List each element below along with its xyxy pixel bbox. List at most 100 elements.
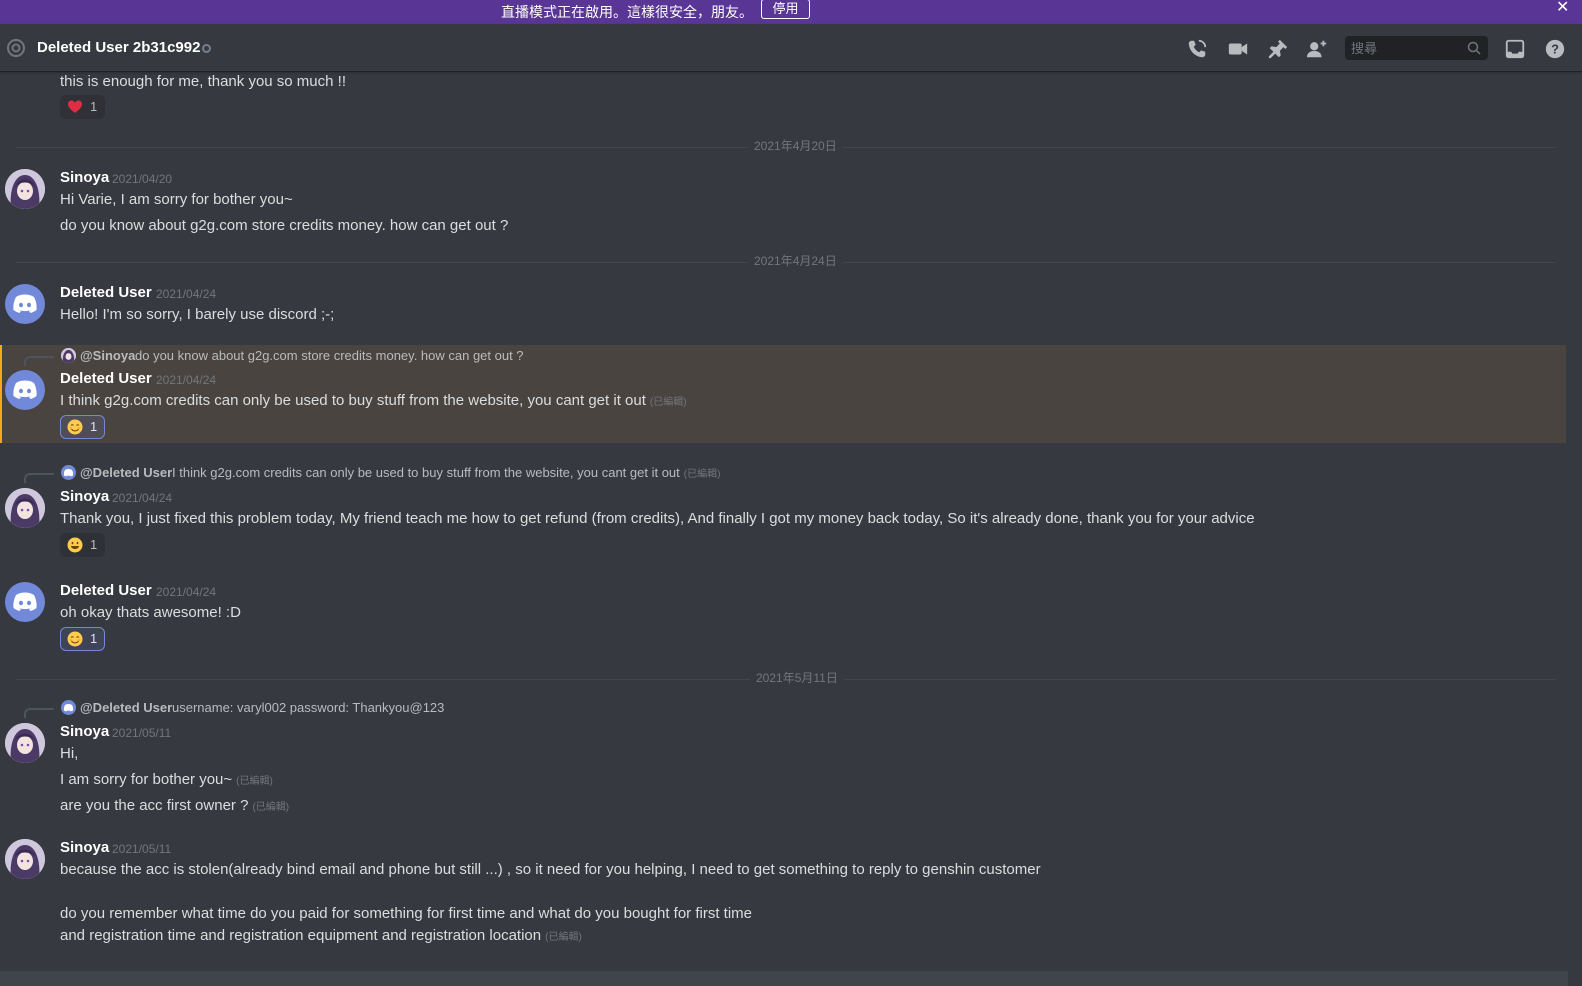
anime-avatar-icon <box>5 839 45 879</box>
message-text: and registration time and registration e… <box>60 927 582 947</box>
message-timestamp: 2021/05/11 <box>112 726 172 740</box>
reaction-button[interactable]: 1 <box>60 95 105 119</box>
streamer-mode-banner: 直播模式正在啟用。這樣很安全，朋友。 停用 ✕ <box>0 0 1582 24</box>
discord-logo-icon <box>13 380 37 399</box>
avatar[interactable] <box>5 370 45 410</box>
date-divider-label: 2021年4月24日 <box>748 254 843 268</box>
discord-logo-icon <box>63 469 74 477</box>
message-text: do you remember what time do you paid fo… <box>60 905 752 922</box>
date-divider: 2021年4月20日 <box>16 139 1556 153</box>
message-author[interactable]: Sinoya <box>60 723 109 741</box>
avatar[interactable] <box>5 723 45 763</box>
discord-logo-icon <box>63 704 74 712</box>
dm-header: Deleted User 2b31c992 ? <box>0 24 1582 72</box>
pinned-icon[interactable] <box>1267 38 1289 60</box>
message-text: I am sorry for bother you~ (已編輯) <box>60 771 273 791</box>
anime-avatar-icon <box>5 169 45 209</box>
message-author[interactable]: Deleted User <box>60 582 152 600</box>
message-timestamp: 2021/05/11 <box>112 842 172 856</box>
edited-tag: (已編輯) <box>252 802 290 813</box>
reply-avatar <box>61 700 76 715</box>
message-author[interactable]: Deleted User <box>60 284 152 302</box>
avatar[interactable] <box>5 839 45 879</box>
svg-text:?: ? <box>1551 42 1559 57</box>
reply-author[interactable]: @Deleted User <box>80 700 172 716</box>
reply-author[interactable]: @Deleted User <box>80 465 172 481</box>
message-timestamp: 2021/04/24 <box>112 491 173 505</box>
avatar[interactable] <box>5 284 45 324</box>
discord-logo-icon <box>13 592 37 611</box>
anime-avatar-icon <box>61 348 76 363</box>
scrollbar[interactable] <box>1568 73 1582 986</box>
message-composer-edge <box>0 971 1568 986</box>
reply-preview[interactable]: I think g2g.com credits can only be used… <box>172 465 720 483</box>
reply-preview-text: I think g2g.com credits can only be used… <box>172 465 680 480</box>
edited-tag: (已編輯) <box>236 776 273 787</box>
reply-spine <box>24 473 54 483</box>
close-icon[interactable]: ✕ <box>1556 0 1569 16</box>
message-timestamp: 2021/04/20 <box>112 172 173 186</box>
date-divider-label: 2021年4月20日 <box>748 139 843 153</box>
anime-avatar-icon <box>5 488 45 528</box>
reaction-button[interactable]: 1 <box>60 415 105 439</box>
message-author[interactable]: Sinoya <box>60 839 109 857</box>
add-friend-icon[interactable] <box>1306 38 1328 60</box>
blush-emoji-icon <box>67 419 83 435</box>
reply-avatar <box>61 348 76 363</box>
reaction-button[interactable]: 1 <box>60 533 105 557</box>
edited-tag: (已編輯) <box>649 397 687 408</box>
search-box <box>1345 36 1488 60</box>
message-author[interactable]: Deleted User <box>60 370 152 388</box>
help-icon[interactable]: ? <box>1544 38 1566 60</box>
smile-emoji-icon <box>67 537 83 553</box>
avatar[interactable] <box>5 169 45 209</box>
edited-tag: (已編輯) <box>545 932 582 943</box>
reaction-button[interactable]: 1 <box>60 627 105 651</box>
status-offline-icon <box>202 44 211 53</box>
message-text: oh okay thats awesome! :D <box>60 604 241 621</box>
reply-spine <box>24 708 54 718</box>
reply-avatar <box>61 465 76 480</box>
streamer-mode-text: 直播模式正在啟用。這樣很安全，朋友。 <box>501 4 753 20</box>
message-timestamp: 2021/04/24 <box>156 585 217 599</box>
reaction-count: 1 <box>90 631 98 646</box>
message-body: I think g2g.com credits can only be used… <box>60 392 646 409</box>
message-author[interactable]: Sinoya <box>60 169 109 187</box>
reply-author[interactable]: @Sinoya <box>80 348 135 364</box>
message-body: are you the acc first owner ? <box>60 797 249 814</box>
reaction-count: 1 <box>90 537 98 552</box>
heart-emoji-icon <box>68 100 82 113</box>
inbox-icon[interactable] <box>1504 38 1526 60</box>
video-call-icon[interactable] <box>1227 38 1249 60</box>
discord-logo-icon <box>13 294 37 313</box>
message-body: and registration time and registration e… <box>60 927 542 944</box>
message-list: this is enough for me, thank you so much… <box>0 73 1582 986</box>
message-text: this is enough for me, thank you so much… <box>60 73 346 90</box>
search-input[interactable] <box>1351 39 1461 57</box>
date-divider-label: 2021年5月11日 <box>750 671 844 685</box>
message-author[interactable]: Sinoya <box>60 488 109 506</box>
message-timestamp: 2021/04/24 <box>156 287 217 301</box>
blush-emoji-icon <box>67 631 83 647</box>
date-divider: 2021年5月11日 <box>16 671 1556 685</box>
avatar[interactable] <box>5 582 45 622</box>
avatar[interactable] <box>5 488 45 528</box>
message-text: are you the acc first owner ? (已編輯) <box>60 797 289 817</box>
disable-streamer-mode-button[interactable]: 停用 <box>761 0 810 19</box>
edited-tag: (已編輯) <box>683 469 721 480</box>
voice-call-icon[interactable] <box>1186 38 1208 60</box>
message-text: because the acc is stolen(already bind e… <box>60 861 1041 878</box>
reply-spine <box>24 356 54 366</box>
message-text: Hello! I'm so sorry, I barely use discor… <box>60 306 335 323</box>
message-text: Hi Varie, I am sorry for bother you~ <box>60 191 293 208</box>
reply-preview[interactable]: username: varyl002 password: Thankyou@12… <box>172 700 444 716</box>
date-divider: 2021年4月24日 <box>16 254 1556 268</box>
message-text: Hi, <box>60 745 79 762</box>
reaction-count: 1 <box>90 99 98 114</box>
message-body: I am sorry for bother you~ <box>60 771 233 788</box>
anime-avatar-icon <box>5 723 45 763</box>
at-icon <box>7 39 25 57</box>
message-text: Thank you, I just fixed this problem tod… <box>60 510 1255 527</box>
reply-preview[interactable]: do you know about g2g.com store credits … <box>135 348 524 364</box>
message-text: do you know about g2g.com store credits … <box>60 217 509 234</box>
